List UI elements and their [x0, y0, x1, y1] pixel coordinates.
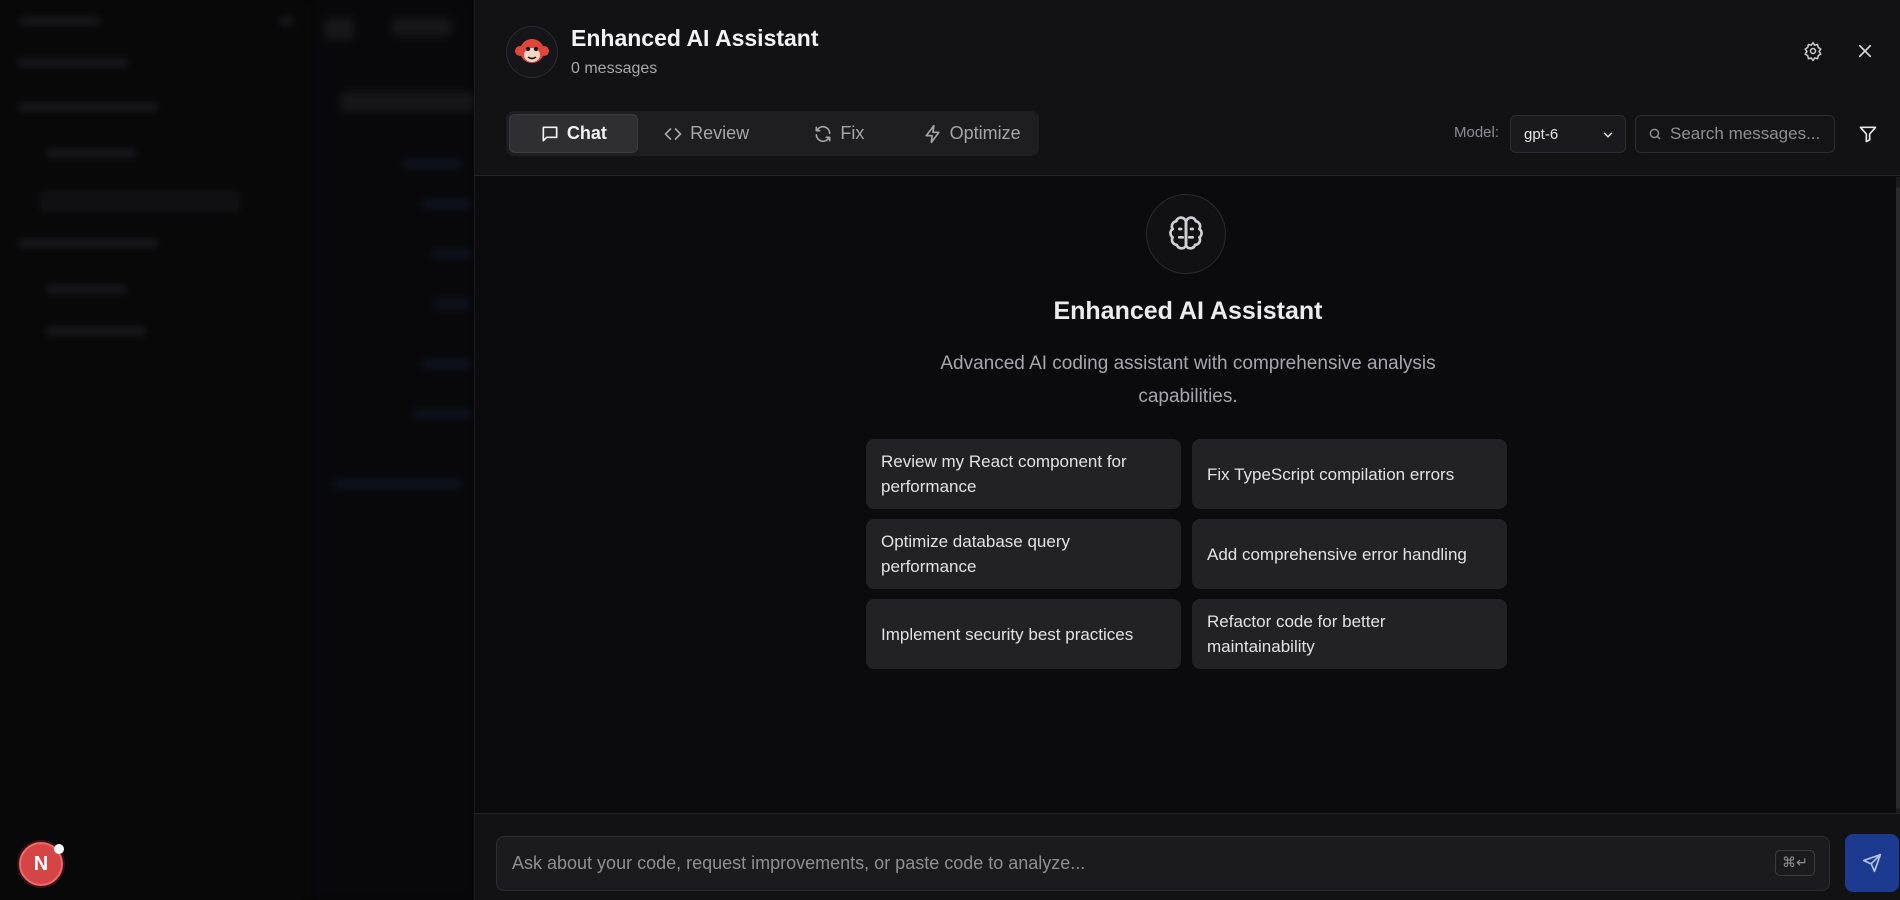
tab-optimize[interactable]: Optimize: [907, 114, 1036, 153]
filter-button[interactable]: [1855, 121, 1881, 147]
tab-chat[interactable]: Chat: [509, 114, 638, 153]
close-button[interactable]: [1852, 38, 1878, 64]
notification-dot: [54, 844, 64, 854]
background-app: [0, 0, 474, 900]
settings-button[interactable]: [1800, 38, 1826, 64]
gear-icon: [1804, 41, 1822, 61]
search-icon: [1649, 128, 1661, 140]
code-icon: [664, 127, 682, 140]
model-value: gpt-6: [1524, 125, 1559, 143]
composer-footer: ⌘↵: [475, 813, 1900, 900]
chevron-down-icon: [1603, 132, 1613, 138]
message-square-icon: [542, 126, 558, 141]
tab-chat-label: Chat: [566, 123, 607, 143]
monkey-logo-icon: [506, 26, 558, 78]
tab-fix[interactable]: Fix: [775, 114, 904, 153]
send-button[interactable]: [1845, 834, 1899, 892]
hero-title: Enhanced AI Assistant: [1053, 297, 1323, 325]
chat-body: Enhanced AI Assistant Advanced AI coding…: [475, 177, 1900, 813]
message-input[interactable]: [512, 853, 1732, 874]
drawer-title: Enhanced AI Assistant: [571, 25, 819, 51]
keyboard-shortcut-hint: ⌘↵: [1775, 850, 1815, 876]
drawer-header: Enhanced AI Assistant 0 messages Chat Re…: [475, 0, 1900, 176]
suggestion-grid: Review my React component for performanc…: [866, 439, 1508, 669]
model-select[interactable]: gpt-6: [1510, 115, 1626, 153]
tab-review-label: Review: [690, 123, 750, 143]
suggestion-card[interactable]: Refactor code for better maintainability: [1192, 599, 1507, 669]
search-box: [1635, 115, 1835, 153]
suggestion-card[interactable]: Add comprehensive error handling: [1192, 519, 1507, 589]
suggestion-card[interactable]: Optimize database query performance: [866, 519, 1181, 589]
composer-box: ⌘↵: [496, 836, 1830, 891]
suggestion-card[interactable]: Review my React component for performanc…: [866, 439, 1181, 509]
ai-assistant-drawer: Enhanced AI Assistant 0 messages Chat Re…: [474, 0, 1900, 900]
zap-icon: [925, 124, 940, 143]
scrollbar-track[interactable]: [1896, 177, 1900, 813]
avatar-initial: N: [33, 852, 49, 875]
background-editor: [312, 0, 474, 900]
background-sidebar: [0, 0, 310, 900]
tab-review[interactable]: Review: [642, 114, 771, 153]
refresh-icon: [815, 125, 831, 142]
close-icon: [1858, 44, 1872, 58]
suggestion-card[interactable]: Fix TypeScript compilation errors: [1192, 439, 1507, 509]
send-icon: [1862, 853, 1882, 873]
search-input[interactable]: [1670, 124, 1830, 144]
message-count: 0 messages: [571, 60, 658, 77]
mode-tabs: Chat Review Fix Optimize: [506, 111, 1039, 156]
scrollbar-thumb[interactable]: [1896, 187, 1900, 809]
filter-icon: [1859, 126, 1877, 143]
tab-optimize-label: Optimize: [949, 123, 1021, 143]
brain-icon: [1146, 194, 1226, 274]
suggestion-card[interactable]: Implement security best practices: [866, 599, 1181, 669]
tab-fix-label: Fix: [840, 123, 865, 143]
model-label: Model:: [1454, 124, 1500, 141]
hero-description: Advanced AI coding assistant with compre…: [940, 353, 1436, 407]
